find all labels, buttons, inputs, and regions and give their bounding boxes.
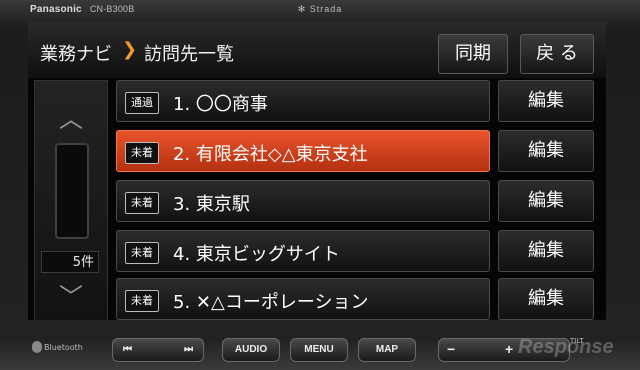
back-button[interactable]: 戻 る xyxy=(520,34,594,74)
sync-button[interactable]: 同期 xyxy=(438,34,508,74)
list-item-title: 3. 東京駅 xyxy=(173,194,250,215)
watermark: Response xyxy=(518,336,614,358)
list-item-title: 4. 東京ビッグサイト xyxy=(173,244,340,265)
chevron-right-icon: ❯ xyxy=(122,39,138,60)
bluetooth-icon xyxy=(32,341,42,353)
item-count: 5件 xyxy=(41,251,99,273)
header-bar: 業務ナビ ❯ 訪問先一覧 同期 戻 る xyxy=(28,22,606,78)
edit-button[interactable]: 編集 xyxy=(498,180,594,222)
device-series: ✻ Strada xyxy=(297,4,343,14)
edit-button[interactable]: 編集 xyxy=(498,278,594,320)
scrollbar[interactable] xyxy=(55,143,89,239)
scroll-down-icon[interactable]: ﹀ xyxy=(35,277,107,312)
volume-down-icon[interactable]: − xyxy=(447,338,455,360)
status-badge: 通過 xyxy=(125,92,159,114)
track-skip-button[interactable]: ⏮ ⏭ xyxy=(112,338,204,362)
edit-button[interactable]: 編集 xyxy=(498,130,594,172)
scroll-up-icon[interactable]: ︿ xyxy=(35,99,107,134)
bluetooth-label: Bluetooth xyxy=(44,343,83,352)
map-button[interactable]: MAP xyxy=(358,338,416,362)
list-item[interactable]: 通過 1. 〇〇商事 xyxy=(116,80,490,122)
list-item[interactable]: 未着 4. 東京ビッグサイト xyxy=(116,230,490,272)
list-item[interactable]: 未着 5. ✕△コーポレーション xyxy=(116,278,490,320)
list-item-title: 5. ✕△コーポレーション xyxy=(173,292,369,313)
status-badge: 未着 xyxy=(125,192,159,214)
scroll-panel: ︿ 5件 ﹀ xyxy=(34,80,108,320)
volume-up-icon[interactable]: + xyxy=(505,338,513,360)
previous-track-icon[interactable]: ⏮ xyxy=(123,339,132,361)
breadcrumb-root[interactable]: 業務ナビ xyxy=(40,40,112,66)
next-track-icon[interactable]: ⏭ xyxy=(184,339,193,361)
menu-button[interactable]: MENU xyxy=(290,338,348,362)
audio-button[interactable]: AUDIO xyxy=(222,338,280,362)
status-badge: 未着 xyxy=(125,242,159,264)
edit-button[interactable]: 編集 xyxy=(498,80,594,122)
list-item[interactable]: 未着 2. 有限会社◇△東京支社 xyxy=(116,130,490,172)
status-badge: 未着 xyxy=(125,290,159,312)
list-item-title: 2. 有限会社◇△東京支社 xyxy=(173,144,368,165)
screen: 業務ナビ ❯ 訪問先一覧 同期 戻 る ︿ 5件 ﹀ 通過 1. 〇〇商事 編集… xyxy=(28,22,606,320)
list-item[interactable]: 未着 3. 東京駅 xyxy=(116,180,490,222)
list-item-title: 1. 〇〇商事 xyxy=(173,94,268,115)
page-title: 訪問先一覧 xyxy=(144,44,234,65)
edit-button[interactable]: 編集 xyxy=(498,230,594,272)
navigation-device: Panasonic CN-B300B ✻ Strada 業務ナビ ❯ 訪問先一覧 … xyxy=(0,0,640,370)
status-badge: 未着 xyxy=(125,142,159,164)
